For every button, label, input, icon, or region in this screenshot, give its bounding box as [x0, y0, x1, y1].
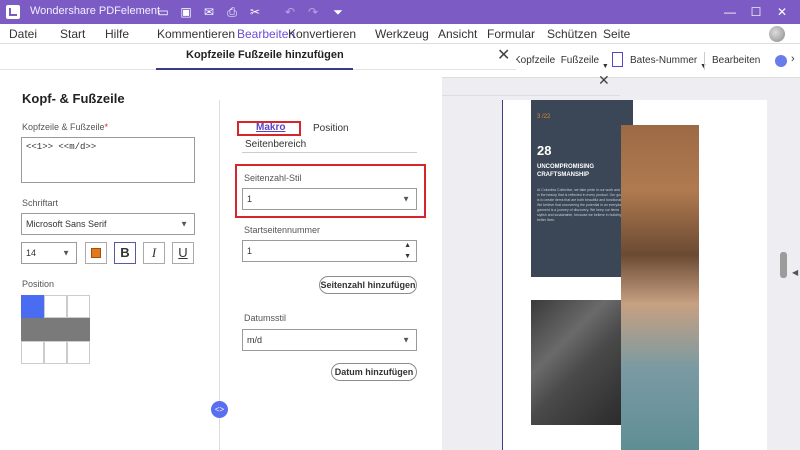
- side-panel-toggle-icon[interactable]: ◀: [792, 268, 798, 277]
- document-page: 3 /22 28 UNCOMPROMISING CRAFTSMANSHIP At…: [502, 100, 767, 450]
- close-window-icon[interactable]: ✕: [774, 4, 790, 20]
- position-top-left[interactable]: [21, 295, 44, 318]
- toolbar-divider: [704, 52, 705, 70]
- header-footer-button[interactable]: Kopfzeile Fußzeile ▼: [514, 55, 609, 70]
- color-swatch: [91, 248, 101, 258]
- dialog-header: Kopfzeile Fußzeile hinzufügen ✕: [0, 44, 516, 70]
- menu-schuetzen[interactable]: Schützen: [547, 27, 597, 41]
- tabs-underline: [242, 152, 417, 153]
- menu-formular[interactable]: Formular: [487, 27, 535, 41]
- column-divider: [219, 100, 220, 450]
- tab-position[interactable]: Position: [313, 123, 349, 134]
- document-viewer: ✕ 3 /22 28 UNCOMPROMISING CRAFTSMANSHIP …: [442, 72, 800, 450]
- menu-datei[interactable]: Datei: [9, 27, 37, 41]
- menu-seite[interactable]: Seite: [603, 27, 630, 41]
- font-label: Schriftart: [22, 198, 59, 208]
- tab-seitenbereich[interactable]: Seitenbereich: [245, 139, 306, 150]
- save-icon[interactable]: ▣: [178, 4, 194, 20]
- position-bottom-left[interactable]: [21, 341, 44, 364]
- menu-hilfe[interactable]: Hilfe: [105, 27, 129, 41]
- page-number-style-label: Seitenzahl-Stil: [244, 173, 302, 183]
- menu-start[interactable]: Start: [60, 27, 85, 41]
- menu-werkzeug[interactable]: Werkzeug: [375, 27, 429, 41]
- print-icon[interactable]: ⎙: [224, 4, 240, 20]
- article-headline-line1: UNCOMPROMISING: [537, 164, 594, 170]
- position-top-right[interactable]: [67, 295, 90, 318]
- app-logo-icon: [6, 5, 20, 19]
- header-footer-text-input[interactable]: <<1>> <<m/d>>: [21, 137, 195, 183]
- menu-kommentieren[interactable]: Kommentieren: [157, 27, 235, 41]
- close-preview-icon[interactable]: ✕: [598, 72, 610, 89]
- maximize-icon[interactable]: ☐: [748, 4, 764, 20]
- position-middle-right[interactable]: [67, 318, 90, 341]
- add-date-button[interactable]: Datum hinzufügen: [331, 363, 417, 381]
- position-top-center[interactable]: [44, 295, 67, 318]
- menu-bar: Datei Start Hilfe Kommentieren Bearbeite…: [0, 24, 800, 44]
- font-size-select[interactable]: 14 ▼: [21, 242, 77, 264]
- scissors-icon[interactable]: ✂: [247, 4, 263, 20]
- preview-top-divider: [442, 95, 620, 96]
- stepper-up-icon[interactable]: ▲: [404, 242, 411, 249]
- chevron-down-icon: ▼: [180, 219, 188, 229]
- tab-makro[interactable]: Makro: [256, 122, 285, 133]
- position-bottom-right[interactable]: [67, 341, 90, 364]
- bold-button[interactable]: B: [114, 242, 136, 264]
- redo-icon[interactable]: ↷: [305, 4, 321, 20]
- start-page-stepper[interactable]: 1 ▲ ▼: [242, 240, 417, 262]
- start-page-label: Startseitennummer: [244, 225, 321, 235]
- date-style-label: Datumsstil: [244, 313, 287, 323]
- chevron-down-icon: ▼: [601, 63, 609, 70]
- edit-button[interactable]: Bearbeiten: [712, 55, 760, 66]
- position-label: Position: [22, 279, 55, 289]
- bates-number-button[interactable]: Bates-Nummer ▼: [630, 55, 707, 70]
- vertical-scrollbar[interactable]: [780, 252, 787, 278]
- italic-button[interactable]: I: [143, 242, 165, 264]
- page-number-style-select[interactable]: 1 ▼: [242, 188, 417, 210]
- add-page-number-button[interactable]: Seitenzahl hinzufügen: [319, 276, 417, 294]
- article-headline-line2: CRAFTSMANSHIP: [537, 172, 589, 178]
- dialog-title: Kopfzeile Fußzeile hinzufügen: [186, 49, 344, 61]
- header-footer-text-label: Kopfzeile & Fußzeile*: [22, 122, 109, 132]
- user-avatar[interactable]: [769, 26, 785, 42]
- minimize-icon[interactable]: —: [722, 4, 738, 20]
- position-bottom-center[interactable]: [44, 341, 67, 364]
- bates-number-icon: [612, 52, 623, 67]
- article-body: At Columbia Collective, we take pride in…: [537, 188, 623, 222]
- font-select[interactable]: Microsoft Sans Serif ▼: [21, 213, 195, 235]
- header-label: Kopfzeile: [514, 55, 556, 66]
- page-label: 3 /22: [537, 114, 551, 120]
- collapse-panel-icon[interactable]: <>: [211, 401, 228, 418]
- folder-icon[interactable]: ▭: [155, 4, 171, 20]
- craftsperson-photo: [621, 125, 699, 450]
- header-footer-dialog: Kopf- & Fußzeile Kopfzeile & Fußzeile* <…: [0, 70, 442, 450]
- menu-konvertieren[interactable]: Konvertieren: [288, 27, 356, 41]
- mail-icon[interactable]: ✉: [201, 4, 217, 20]
- footer-label: Fußzeile: [560, 55, 600, 66]
- position-middle-left[interactable]: [21, 318, 44, 341]
- position-grid: [21, 295, 90, 364]
- section-heading: Kopf- & Fußzeile: [22, 91, 125, 106]
- menu-ansicht[interactable]: Ansicht: [438, 27, 477, 41]
- quick-access-menu-icon[interactable]: ⏷: [330, 4, 346, 20]
- font-color-button[interactable]: [85, 242, 107, 264]
- required-mark: *: [104, 122, 109, 132]
- color-dot-icon[interactable]: [775, 55, 787, 67]
- undo-icon[interactable]: ↶: [282, 4, 298, 20]
- text-panel: 3 /22 28 UNCOMPROMISING CRAFTSMANSHIP At…: [531, 100, 633, 277]
- app-title: Wondershare PDFelement: [30, 5, 161, 17]
- chevron-right-icon[interactable]: ›: [791, 53, 795, 65]
- leather-photo: [531, 300, 621, 425]
- chevron-down-icon: ▼: [402, 194, 410, 204]
- close-icon[interactable]: ✕: [497, 45, 510, 65]
- date-style-select[interactable]: m/d ▼: [242, 329, 417, 351]
- menu-bearbeiten[interactable]: Bearbeiten: [237, 27, 295, 41]
- position-middle-center[interactable]: [44, 318, 67, 341]
- article-number: 28: [537, 143, 552, 158]
- stepper-down-icon[interactable]: ▼: [404, 253, 411, 260]
- chevron-down-icon: ▼: [402, 335, 410, 345]
- title-bar: Wondershare PDFelement ▭ ▣ ✉ ⎙ ✂ ↶ ↷ ⏷ —…: [0, 0, 800, 24]
- underline-button[interactable]: U: [172, 242, 194, 264]
- chevron-down-icon: ▼: [62, 248, 70, 258]
- bates-label: Bates-Nummer: [630, 55, 698, 66]
